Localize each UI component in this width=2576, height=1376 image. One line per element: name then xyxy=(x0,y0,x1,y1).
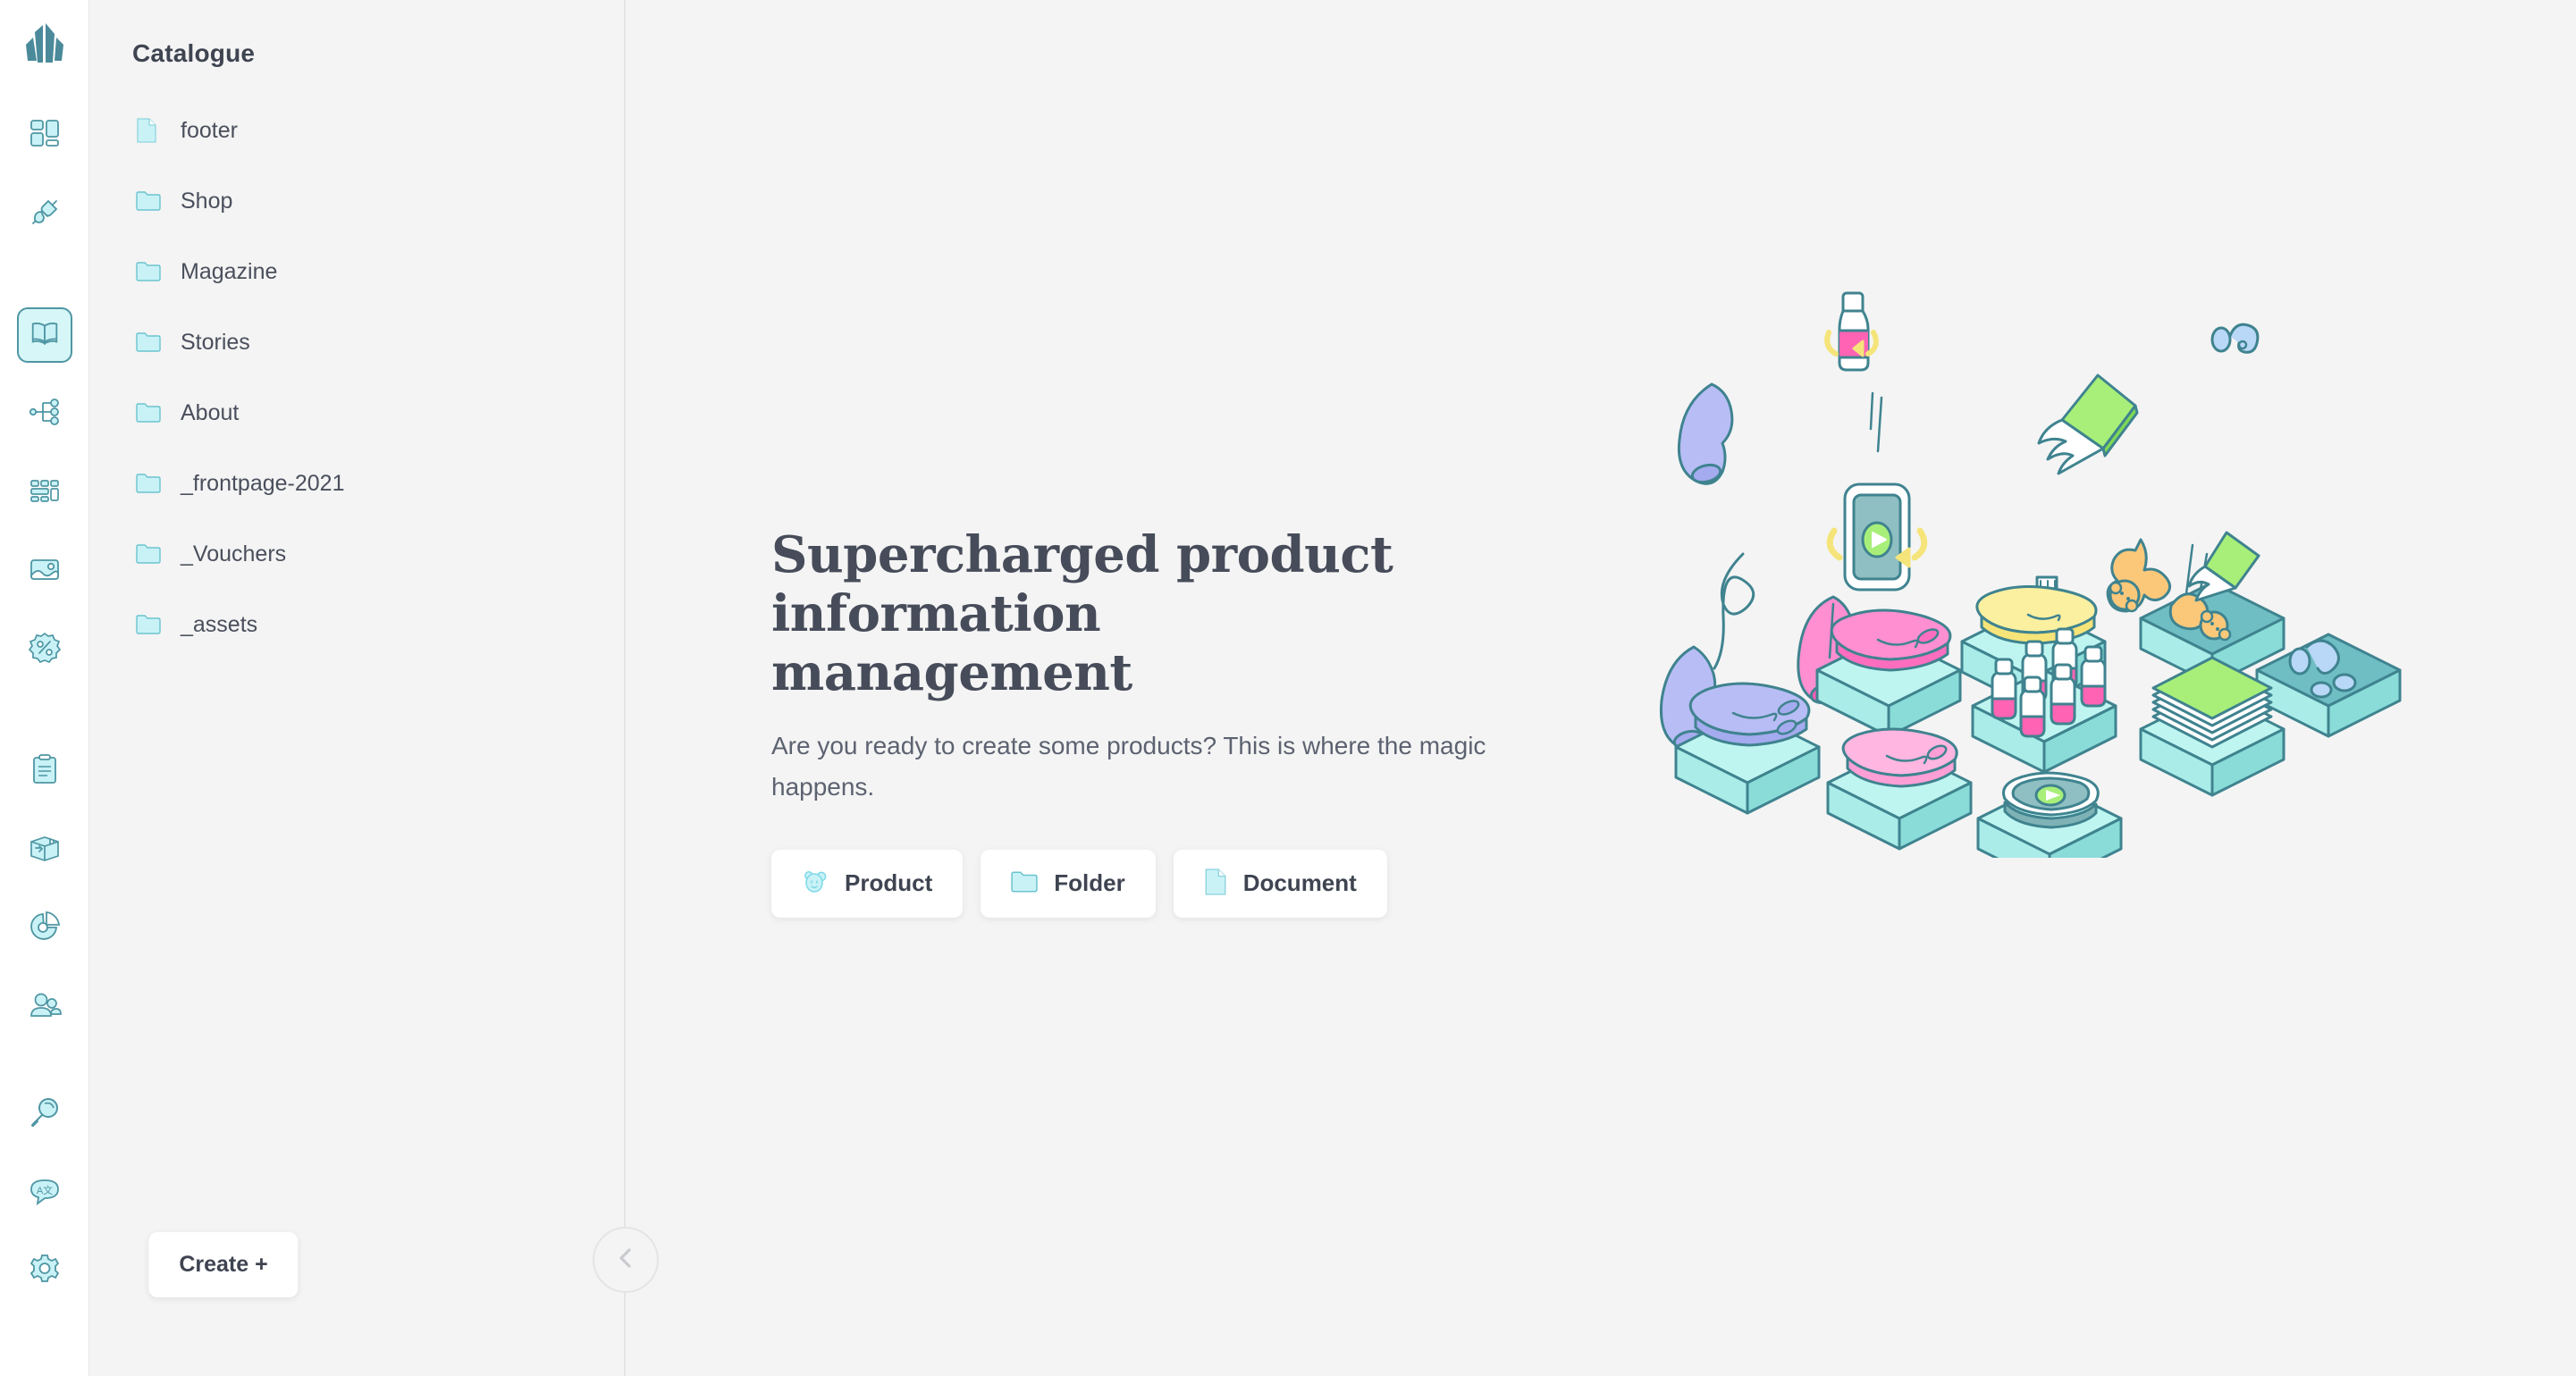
shipping-box-icon xyxy=(27,830,63,870)
image-media-icon xyxy=(27,551,63,592)
action-label: Product xyxy=(845,869,933,897)
folder-icon xyxy=(136,331,164,353)
tree-item-assets[interactable]: _assets xyxy=(132,603,626,646)
tree-item-label: Stories xyxy=(181,329,250,355)
create-product-button[interactable]: Product xyxy=(771,849,964,918)
chevron-left-icon xyxy=(612,1245,639,1276)
discount-badge-icon xyxy=(27,630,63,670)
clipboard-orders-icon xyxy=(27,751,63,792)
grid-layout-icon xyxy=(27,473,63,513)
sitemap-hierarchy-icon xyxy=(27,394,63,434)
document-icon xyxy=(136,118,164,143)
tree-item-label: Shop xyxy=(181,188,233,214)
rail-icon-list: A文 xyxy=(0,107,88,1322)
rail-item-dashboard[interactable] xyxy=(17,107,72,163)
action-label: Folder xyxy=(1054,869,1125,897)
catalogue-tree: footer Shop Magazine Stories About _fron… xyxy=(132,109,626,674)
tree-item-label: _frontpage-2021 xyxy=(181,470,345,496)
rail-item-media[interactable] xyxy=(17,543,72,599)
app-root: A文 Catalogue footer Shop Magazine Storie… xyxy=(0,0,2576,1376)
folder-icon xyxy=(136,614,164,635)
rail-item-customers[interactable] xyxy=(17,979,72,1035)
action-label: Document xyxy=(1242,869,1357,897)
svg-text:A文: A文 xyxy=(36,1184,52,1196)
rail-item-discounts[interactable] xyxy=(17,622,72,677)
hero-subtitle: Are you ready to create some products? T… xyxy=(771,732,1486,801)
users-group-icon xyxy=(27,987,63,1028)
tree-item-magazine[interactable]: Magazine xyxy=(132,250,626,293)
create-document-button[interactable]: Document xyxy=(1173,849,1387,918)
create-folder-button[interactable]: Folder xyxy=(981,849,1156,918)
rail-item-hierarchy[interactable] xyxy=(17,386,72,441)
document-icon xyxy=(1204,868,1227,898)
folder-icon xyxy=(1011,870,1038,896)
tree-item-frontpage-2021[interactable]: _frontpage-2021 xyxy=(132,462,626,505)
tree-item-footer[interactable]: footer xyxy=(132,109,626,152)
pie-chart-icon xyxy=(27,909,63,949)
folder-icon xyxy=(136,261,164,282)
tree-item-label: _assets xyxy=(181,611,258,637)
hero-title: Supercharged product information managem… xyxy=(771,525,1451,702)
tree-item-shop[interactable]: Shop xyxy=(132,180,626,222)
create-button[interactable]: Create + xyxy=(148,1232,299,1297)
tree-item-label: About xyxy=(181,399,240,425)
folder-icon xyxy=(136,190,164,212)
folder-icon xyxy=(136,543,164,565)
tree-item-label: footer xyxy=(181,117,238,143)
rail-item-connectors[interactable] xyxy=(17,186,72,241)
hero-title-line2: information management xyxy=(771,584,1132,703)
main-stage: Supercharged product information managem… xyxy=(626,0,2576,1376)
dashboard-tiles-icon xyxy=(27,115,63,155)
tree-item-stories[interactable]: Stories xyxy=(132,321,626,364)
rail-item-language[interactable]: A文 xyxy=(17,1165,72,1221)
hero-section: Supercharged product information managem… xyxy=(771,525,1513,918)
page-title: Catalogue xyxy=(132,39,256,67)
catalogue-panel: Catalogue footer Shop Magazine Stories A… xyxy=(89,0,659,1376)
hero-title-line1: Supercharged product xyxy=(771,525,1393,584)
tree-item-vouchers[interactable]: _Vouchers xyxy=(132,533,626,575)
book-catalogue-icon xyxy=(28,316,62,355)
hero-action-buttons: Product Folder Document xyxy=(771,849,1513,918)
tree-item-about[interactable]: About xyxy=(132,391,626,434)
rail-item-catalogue[interactable] xyxy=(16,307,72,363)
crystal-logo[interactable] xyxy=(17,20,72,75)
rail-item-search[interactable] xyxy=(17,1087,72,1142)
tree-item-label: Magazine xyxy=(181,258,278,284)
magnifier-search-icon xyxy=(27,1095,63,1135)
folder-icon xyxy=(136,402,164,424)
translate-language-icon: A文 xyxy=(27,1173,63,1213)
plug-connector-icon xyxy=(27,194,63,234)
gear-settings-icon xyxy=(27,1252,63,1292)
folder-icon xyxy=(136,473,164,494)
rail-item-settings[interactable] xyxy=(17,1244,72,1299)
collapse-panel-button[interactable] xyxy=(593,1227,659,1293)
rail-item-analytics[interactable] xyxy=(17,901,72,956)
icon-rail: A文 xyxy=(0,0,89,1376)
rail-item-orders[interactable] xyxy=(17,743,72,799)
teddy-bear-icon xyxy=(802,869,829,897)
isometric-product-boxes-illustration xyxy=(1658,286,2462,886)
rail-item-shipping[interactable] xyxy=(17,822,72,877)
tree-item-label: _Vouchers xyxy=(181,541,287,566)
rail-item-layouts[interactable] xyxy=(17,465,72,520)
